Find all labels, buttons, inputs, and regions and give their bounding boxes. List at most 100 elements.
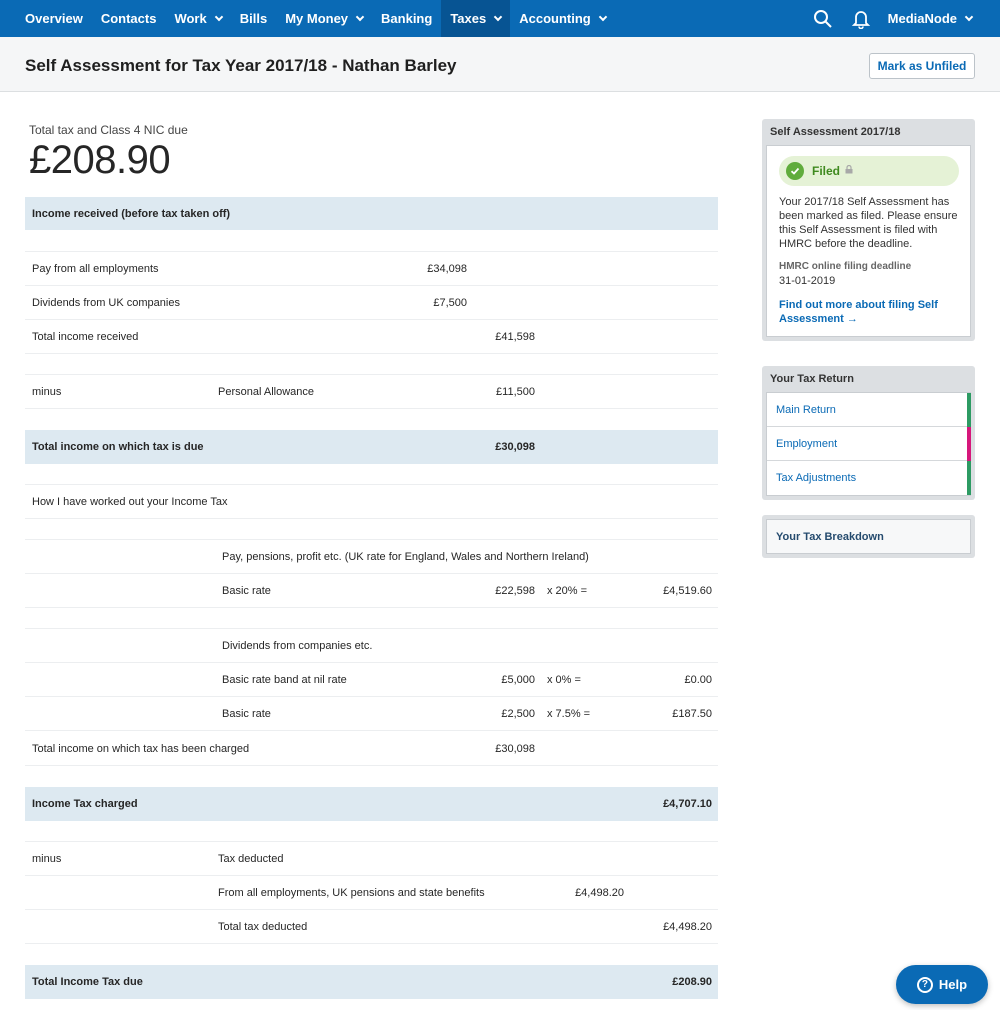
nav-label: Banking: [381, 11, 433, 26]
row-label: Dividends from companies etc.: [222, 640, 373, 652]
table-row: Pay, pensions, profit etc. (UK rate for …: [25, 540, 718, 574]
nav-overview[interactable]: Overview: [0, 0, 92, 37]
row-label: Basic rate: [222, 708, 271, 720]
filing-info-link[interactable]: Find out more about filing Self Assessme…: [779, 298, 958, 326]
row-label: minus: [32, 853, 62, 865]
table-row: Income Tax charged £4,707.10: [25, 787, 718, 821]
check-icon: [786, 162, 804, 180]
row-result: £0.00: [684, 674, 712, 686]
help-button[interactable]: ? Help: [896, 965, 988, 1004]
row-value: £41,598: [495, 331, 535, 343]
nav-label: My Money: [285, 11, 349, 26]
nav-accounting[interactable]: Accounting: [510, 0, 615, 37]
row-value: £4,498.20: [575, 887, 624, 899]
bell-icon[interactable]: [850, 8, 872, 30]
lock-icon: [845, 164, 853, 178]
chevron-down-icon: [355, 12, 365, 21]
table-row: [25, 409, 718, 430]
table-row: From all employments, UK pensions and st…: [25, 876, 718, 910]
status-message: Your 2017/18 Self Assessment has been ma…: [779, 196, 958, 250]
page-header: Self Assessment for Tax Year 2017/18 - N…: [0, 37, 1000, 92]
status-bar: [967, 427, 971, 461]
row-value: £4,498.20: [663, 921, 712, 933]
row-label: Basic rate: [222, 585, 271, 597]
nav-right: MediaNode: [812, 0, 1000, 37]
nav-my-money[interactable]: My Money: [276, 0, 372, 37]
row-label: Total Income Tax due: [32, 976, 143, 988]
table-row: How I have worked out your Income Tax: [25, 485, 718, 519]
table-row: [25, 821, 718, 842]
row-rate: x 20% =: [547, 585, 588, 597]
row-value: £208.90: [672, 976, 712, 988]
status-panel: Self Assessment 2017/18 Filed Your 2017/…: [762, 119, 975, 341]
table-row: Dividends from companies etc.: [25, 629, 718, 663]
row-label: Total income on which tax is due: [32, 441, 204, 453]
row-label: minus: [32, 386, 62, 398]
nav-taxes[interactable]: Taxes: [441, 0, 511, 37]
org-menu[interactable]: MediaNode: [888, 11, 1000, 26]
table-row: Dividends from UK companies £7,500: [25, 286, 718, 320]
panel-title: Self Assessment 2017/18: [770, 126, 901, 138]
deadline-date: 31-01-2019: [779, 275, 836, 287]
question-icon: ?: [916, 976, 933, 993]
row-rate: x 0% =: [547, 674, 581, 686]
tax-return-panel: Your Tax Return Main Return Employment T…: [762, 366, 975, 500]
search-icon[interactable]: [812, 8, 834, 30]
row-label: Tax deducted: [218, 853, 284, 865]
nav-label: Contacts: [100, 11, 157, 26]
row-result: £187.50: [672, 708, 712, 720]
table-row: Total income received £41,598: [25, 320, 718, 354]
status-card: Filed Your 2017/18 Self Assessment has b…: [766, 145, 971, 337]
nav-label: Work: [174, 11, 207, 26]
status-badge: Filed: [779, 156, 959, 186]
row-amount: £5,000: [501, 674, 535, 686]
tax-breakdown-link[interactable]: Your Tax Breakdown: [766, 519, 971, 554]
nav-label: Taxes: [450, 11, 487, 26]
mark-as-unfiled-button[interactable]: Mark as Unfiled: [869, 53, 975, 79]
row-label: Pay, pensions, profit etc. (UK rate for …: [222, 551, 589, 563]
nav-banking[interactable]: Banking: [372, 0, 441, 37]
item-label: Main Return: [776, 403, 836, 416]
top-nav: Overview Contacts Work Bills My Money Ba…: [0, 0, 1000, 37]
tax-return-item-tax-adjustments[interactable]: Tax Adjustments: [767, 461, 971, 495]
total-due-amount: £208.90: [29, 138, 171, 182]
row-label: Personal Allowance: [218, 386, 315, 398]
section-header: Income received (before tax taken off): [32, 208, 231, 220]
row-rate: x 7.5% =: [547, 708, 591, 720]
row-value: £7,500: [433, 297, 467, 309]
row-value: £30,098: [495, 441, 535, 453]
chevron-down-icon: [964, 12, 974, 21]
panel-title: Your Tax Return: [770, 373, 854, 385]
table-row: [25, 230, 718, 252]
table-row: [25, 519, 718, 540]
table-row: Total income on which tax has been charg…: [25, 731, 718, 766]
chevron-down-icon: [598, 12, 607, 21]
item-label: Employment: [776, 437, 838, 450]
tax-return-item-employment[interactable]: Employment: [767, 427, 971, 461]
tax-return-list: Main Return Employment Tax Adjustments: [766, 392, 971, 496]
nav-label: Bills: [239, 11, 268, 26]
table-row: Pay from all employments £34,098: [25, 252, 718, 286]
table-row: [25, 766, 718, 787]
status-bar: [967, 393, 971, 427]
row-label: How I have worked out your Income Tax: [32, 496, 228, 508]
tax-breakdown-panel: Your Tax Breakdown: [762, 515, 975, 558]
tax-return-item-main-return[interactable]: Main Return: [767, 393, 971, 427]
help-label: Help: [938, 977, 968, 992]
row-value: £4,707.10: [663, 798, 712, 810]
table-row: Total tax deducted £4,498.20: [25, 910, 718, 944]
deadline-label: HMRC online filing deadline: [779, 261, 912, 272]
row-label: Pay from all employments: [32, 263, 159, 275]
table-row: [25, 944, 718, 965]
nav-contacts[interactable]: Contacts: [92, 0, 166, 37]
nav-work[interactable]: Work: [165, 0, 230, 37]
nav-label: Accounting: [519, 11, 591, 26]
nav-label: Overview: [25, 11, 83, 26]
row-label: Basic rate band at nil rate: [222, 674, 347, 686]
table-row: minus Tax deducted: [25, 842, 718, 876]
nav-bills[interactable]: Bills: [231, 0, 276, 37]
table-row: Total income on which tax is due £30,098: [25, 430, 718, 464]
chevron-down-icon: [493, 12, 503, 21]
row-value: £11,500: [496, 386, 535, 398]
row-value: £30,098: [495, 743, 535, 755]
